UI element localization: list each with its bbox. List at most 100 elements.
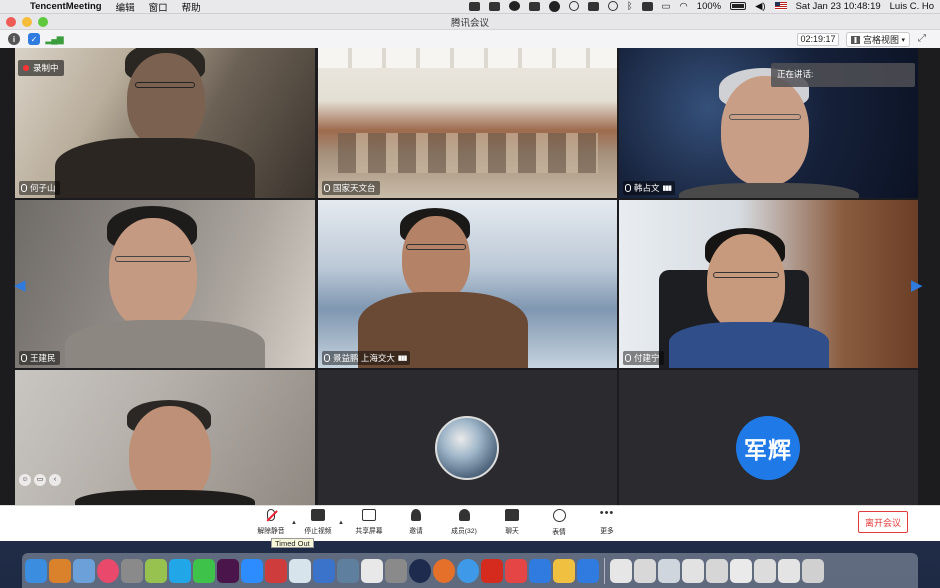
minimized-window-icon[interactable] bbox=[634, 558, 656, 583]
clock[interactable]: Sat Jan 23 10:48:19 bbox=[796, 1, 881, 12]
fullscreen-icon[interactable]: ⤢ bbox=[918, 33, 926, 44]
app-red-icon[interactable] bbox=[505, 558, 527, 583]
battery-icon[interactable] bbox=[730, 1, 747, 12]
menu-help[interactable]: 帮助 bbox=[182, 0, 201, 14]
keynote-icon[interactable] bbox=[289, 558, 311, 583]
user-name[interactable]: Luis C. Ho bbox=[890, 1, 934, 12]
tencent-meeting-icon[interactable] bbox=[529, 558, 551, 583]
tencent-meeting-alt-icon[interactable] bbox=[577, 558, 599, 583]
wechat-tray-icon[interactable] bbox=[508, 1, 520, 12]
mic-icon bbox=[625, 354, 631, 362]
trash-icon[interactable] bbox=[802, 558, 824, 583]
more-button[interactable]: ••• 更多 bbox=[590, 508, 624, 539]
input-source-flag-icon[interactable] bbox=[774, 1, 787, 12]
emoji-button[interactable]: 表情 bbox=[542, 509, 576, 539]
participant-label: 付建宁 bbox=[623, 351, 664, 365]
video-tile[interactable]: 录制中 何子山 bbox=[15, 48, 315, 198]
zoom-icon[interactable] bbox=[241, 558, 263, 583]
meeting-info-icon[interactable]: i bbox=[8, 33, 20, 45]
participant-body bbox=[55, 138, 255, 198]
menu-window[interactable]: 窗口 bbox=[149, 0, 168, 14]
members-button[interactable]: 成员(32) bbox=[447, 509, 481, 539]
minimized-window-icon[interactable] bbox=[754, 558, 776, 583]
chat-button[interactable]: 聊天 bbox=[495, 509, 529, 539]
tools-icon[interactable] bbox=[385, 558, 407, 583]
video-tile[interactable]: ☺ ▭ ‹ bbox=[15, 370, 315, 506]
audio-options-chevron-icon[interactable]: ▲ bbox=[291, 520, 297, 526]
minimized-window-icon[interactable] bbox=[730, 558, 752, 583]
chevron-left-icon[interactable]: ‹ bbox=[49, 474, 61, 486]
menu-edit[interactable]: 编辑 bbox=[116, 0, 135, 14]
view-mode-dropdown[interactable]: 宫格视图 ▾ bbox=[846, 32, 910, 47]
mic-icon bbox=[21, 354, 27, 362]
minimized-window-icon[interactable] bbox=[706, 558, 728, 583]
share-screen-label: 共享屏幕 bbox=[355, 528, 383, 535]
finder-icon[interactable] bbox=[25, 558, 47, 583]
video-tile[interactable]: 付建宁 bbox=[619, 200, 918, 368]
meeting-timer: 02:19:17 bbox=[797, 33, 839, 46]
participant-name: 国家天文台 bbox=[333, 183, 376, 193]
video-tile[interactable]: 军辉 bbox=[619, 370, 918, 506]
screenshot-app-icon[interactable] bbox=[121, 558, 143, 583]
video-tile[interactable] bbox=[318, 370, 617, 506]
time-machine-icon[interactable] bbox=[607, 1, 618, 12]
airplay-icon[interactable]: ▭ bbox=[662, 1, 671, 12]
video-tile[interactable]: 景益鹏 上海交大 ▮▮▮ bbox=[318, 200, 617, 368]
chat-bubble-icon[interactable]: ▭ bbox=[34, 474, 46, 486]
photo-app-icon[interactable] bbox=[337, 558, 359, 583]
firefox-icon[interactable] bbox=[433, 558, 455, 583]
tencent-meeting-tray-icon[interactable] bbox=[488, 1, 500, 12]
video-tile[interactable]: 正在讲话: 韩占文 ▮▮▮ bbox=[619, 48, 918, 198]
participant-name: 韩占文 bbox=[634, 183, 660, 193]
wechat-icon[interactable] bbox=[193, 558, 215, 583]
tray-app-2-icon[interactable] bbox=[587, 1, 599, 12]
video-options-chevron-icon[interactable]: ▲ bbox=[338, 520, 344, 526]
minimized-window-icon[interactable] bbox=[658, 558, 680, 583]
textedit-icon[interactable] bbox=[361, 558, 383, 583]
app-icon[interactable] bbox=[265, 558, 287, 583]
minimized-window-icon[interactable] bbox=[682, 558, 704, 583]
zoom-window-button[interactable] bbox=[38, 17, 48, 27]
display-icon[interactable] bbox=[641, 1, 653, 12]
emoji-reaction-icon[interactable]: ☺ bbox=[19, 474, 31, 486]
spotlight-icon[interactable] bbox=[568, 1, 579, 12]
itunes-icon[interactable] bbox=[97, 558, 119, 583]
preview-icon[interactable] bbox=[73, 558, 95, 583]
previous-page-arrow-icon[interactable]: ◀ bbox=[14, 276, 26, 294]
bluetooth-icon[interactable]: ᛒ bbox=[627, 1, 633, 12]
video-tile[interactable]: 王建民 bbox=[15, 200, 315, 368]
astronomy-app-icon[interactable] bbox=[409, 558, 431, 583]
tray-app-icon[interactable] bbox=[528, 1, 540, 12]
network-signal-icon[interactable]: ▂▄▆ bbox=[45, 33, 63, 45]
chat-label: 聊天 bbox=[505, 528, 519, 535]
video-tile[interactable]: 国家天文台 bbox=[318, 48, 617, 198]
app-yellow-icon[interactable] bbox=[553, 558, 575, 583]
menu-app-name[interactable]: TencentMeeting bbox=[30, 1, 102, 12]
leave-meeting-button[interactable]: 离开会议 bbox=[858, 511, 908, 533]
minimized-window-icon[interactable] bbox=[610, 558, 632, 583]
speaking-indicator: 正在讲话: bbox=[771, 63, 915, 87]
meeting-toolbar: i ✓ ▂▄▆ 02:19:17 宫格视图 ▾ ⤢ bbox=[0, 30, 940, 48]
invite-button[interactable]: 邀请 bbox=[399, 509, 433, 539]
security-shield-icon[interactable]: ✓ bbox=[28, 33, 40, 45]
minimized-window-icon[interactable] bbox=[778, 558, 800, 583]
share-screen-button[interactable]: 共享屏幕 bbox=[352, 509, 386, 539]
slack-icon[interactable] bbox=[217, 558, 239, 583]
volume-icon[interactable]: ◀) bbox=[755, 1, 765, 12]
stop-video-button[interactable]: 停止视频 bbox=[301, 509, 335, 539]
next-page-arrow-icon[interactable]: ▶ bbox=[911, 276, 923, 294]
safari-icon[interactable] bbox=[457, 558, 479, 583]
minimize-window-button[interactable] bbox=[22, 17, 32, 27]
notes-app-icon[interactable] bbox=[49, 558, 71, 583]
dropbox-icon[interactable] bbox=[468, 1, 480, 12]
unmute-button[interactable]: 解除静音 bbox=[254, 509, 288, 539]
skype-icon[interactable] bbox=[169, 558, 191, 583]
acrobat-icon[interactable] bbox=[481, 558, 503, 583]
close-window-button[interactable] bbox=[6, 17, 16, 27]
participant-body bbox=[75, 490, 255, 506]
wifi-icon[interactable]: ◠ bbox=[680, 1, 688, 12]
android-icon[interactable] bbox=[145, 558, 167, 583]
word-icon[interactable] bbox=[313, 558, 335, 583]
spotify-tray-icon[interactable] bbox=[548, 0, 560, 12]
tile-overlay-controls: ☺ ▭ ‹ bbox=[19, 474, 61, 486]
